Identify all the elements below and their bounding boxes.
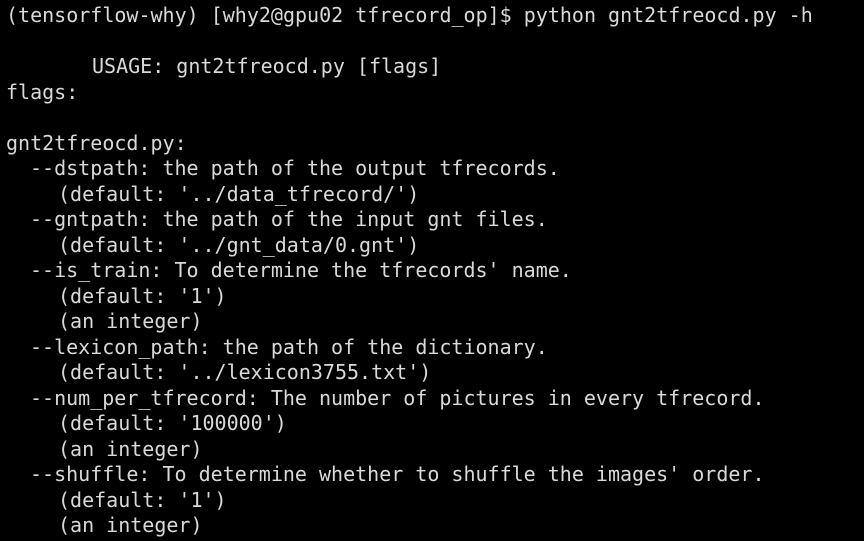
- flag-type-note: (an integer): [58, 513, 203, 537]
- flag-default: (default: '../gnt_data/0.gnt'): [58, 232, 420, 257]
- command-prompt-line: (tensorflow-why) [why2@gpu02 tfrecord_op…: [6, 3, 813, 27]
- module-header: gnt2tfreocd.py:: [6, 130, 187, 155]
- flag-description: --num_per_tfrecord: The number of pictur…: [30, 385, 765, 410]
- flag-description: --dstpath: the path of the output tfreco…: [30, 156, 560, 180]
- usage-line: USAGE: gnt2tfreocd.py [flags]: [92, 54, 442, 78]
- flag-default: (default: '../data_tfrecord/'): [58, 181, 420, 206]
- flag-description: --shuffle: To determine whether to shuff…: [30, 462, 765, 486]
- terminal-window[interactable]: (tensorflow-why) [why2@gpu02 tfrecord_op…: [0, 0, 864, 541]
- flag-description: --lexicon_path: the path of the dictiona…: [30, 334, 548, 359]
- flag-default: (default: '../lexicon3755.txt'): [58, 360, 432, 384]
- flag-description: --gntpath: the path of the input gnt fil…: [30, 207, 548, 231]
- flag-default: (default: '1'): [58, 283, 227, 308]
- flag-description: --is_train: To determine the tfrecords' …: [30, 258, 572, 282]
- flag-default: (default: '100000'): [58, 411, 287, 435]
- flag-type-note: (an integer): [58, 436, 203, 461]
- flags-header: flags:: [6, 79, 79, 104]
- flag-default: (default: '1'): [58, 487, 227, 512]
- flag-type-note: (an integer): [58, 309, 203, 333]
